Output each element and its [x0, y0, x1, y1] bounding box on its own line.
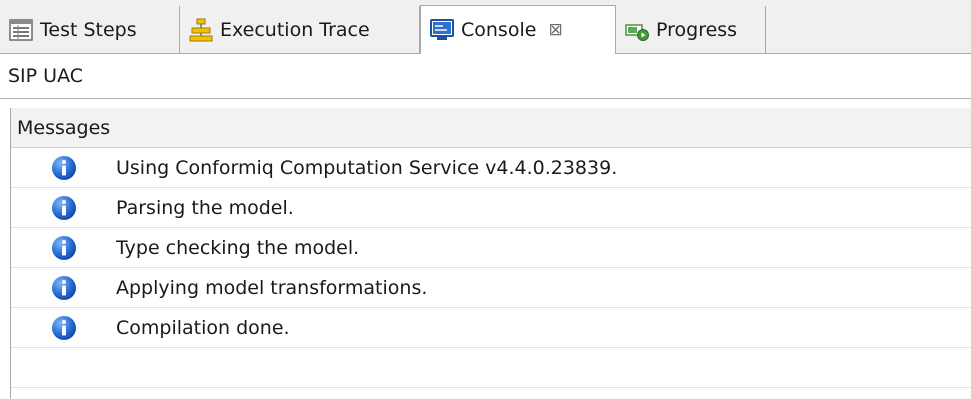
table-row[interactable]: Type checking the model. [11, 228, 971, 268]
table-row[interactable]: Applying model transformations. [11, 268, 971, 308]
console-icon [430, 19, 454, 40]
table-row[interactable]: Parsing the model. [11, 188, 971, 228]
info-icon [52, 156, 76, 180]
execution-trace-icon [189, 18, 213, 41]
info-icon [52, 196, 76, 220]
column-header-messages[interactable]: Messages [11, 108, 971, 148]
table-row[interactable]: Compilation done. [11, 308, 971, 348]
info-icon [52, 236, 76, 260]
tab-label: Test Steps [40, 18, 137, 41]
message-text: Parsing the model. [116, 196, 294, 219]
tab-execution-trace[interactable]: Execution Trace [180, 6, 420, 53]
tab-console[interactable]: Console ⊠ [420, 5, 616, 54]
tab-test-steps[interactable]: Test Steps [0, 6, 180, 53]
info-icon [52, 316, 76, 340]
tab-label: Execution Trace [220, 18, 370, 41]
message-text: Type checking the model. [116, 236, 360, 259]
messages-table: Messages Using Conformiq Computation Ser… [10, 108, 971, 399]
tab-label: Console [461, 19, 537, 41]
progress-icon [625, 23, 649, 41]
table-row[interactable]: Using Conformiq Computation Service v4.4… [11, 148, 971, 188]
close-icon[interactable]: ⊠ [548, 20, 562, 40]
message-text: Applying model transformations. [116, 276, 428, 299]
page-title: SIP UAC [8, 65, 83, 87]
message-text: Using Conformiq Computation Service v4.4… [116, 156, 618, 179]
test-steps-icon [9, 18, 33, 41]
message-text: Compilation done. [116, 316, 290, 339]
view-tab-bar: Test Steps Execution Trace Console ⊠ Pro… [0, 0, 971, 54]
tab-label: Progress [656, 18, 738, 41]
console-title: SIP UAC [0, 54, 971, 99]
info-icon [52, 276, 76, 300]
column-header-label: Messages [17, 116, 111, 139]
table-row-empty [11, 348, 971, 388]
console-view: Test Steps Execution Trace Console ⊠ Pro… [0, 0, 971, 399]
tab-progress[interactable]: Progress [616, 6, 766, 53]
